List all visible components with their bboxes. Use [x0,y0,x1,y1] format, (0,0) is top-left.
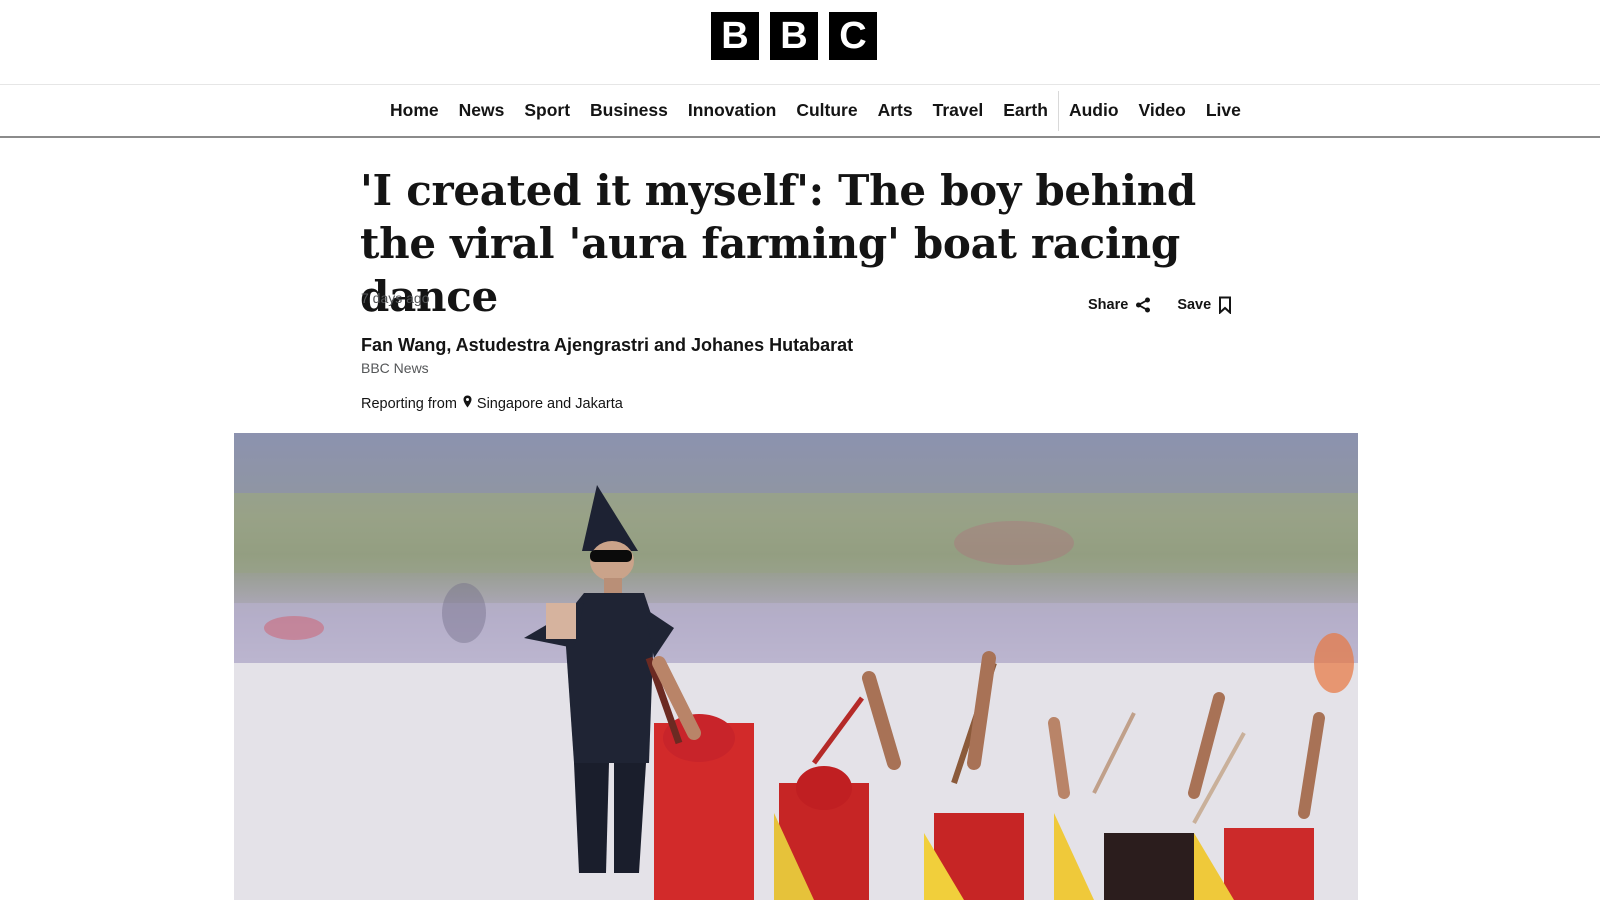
nav-item-sport[interactable]: Sport [514,85,580,136]
share-icon [1135,297,1151,313]
nav-item-live[interactable]: Live [1196,85,1251,136]
location-pin-icon [463,395,472,412]
article-actions: Share Save [1088,296,1232,314]
hero-photo-illustration [234,433,1358,900]
bbc-logo[interactable]: B B C [711,12,877,60]
bbc-logo-letter: C [829,12,877,60]
share-label: Share [1088,297,1129,313]
nav-list: Home News Sport Business Innovation Cult… [380,85,1251,136]
nav-item-news[interactable]: News [449,85,515,136]
share-button[interactable]: Share [1088,297,1151,313]
nav-item-culture[interactable]: Culture [786,85,867,136]
nav-item-innovation[interactable]: Innovation [678,85,786,136]
nav-item-travel[interactable]: Travel [923,85,994,136]
nav-item-arts[interactable]: Arts [868,85,923,136]
bbc-logo-letter: B [711,12,759,60]
nav-item-audio[interactable]: Audio [1059,85,1129,136]
reporting-location: Singapore and Jakarta [476,395,623,412]
main-nav: Home News Sport Business Innovation Cult… [0,85,1600,138]
article-authors: Fan Wang, Astudestra Ajengrastri and Joh… [361,335,854,355]
reporting-from: Reporting from Singapore and Jakarta [361,395,623,412]
hero-image [234,433,1358,900]
save-label: Save [1177,297,1212,313]
bbc-logo-letter: B [770,12,818,60]
nav-item-video[interactable]: Video [1129,85,1196,136]
nav-item-business[interactable]: Business [580,85,678,136]
save-button[interactable]: Save [1177,296,1232,314]
article-outlet: BBC News [361,360,429,376]
reporting-prefix: Reporting from [361,395,457,412]
article-timestamp: 7 days ago [361,290,430,306]
bookmark-icon [1218,296,1232,314]
nav-item-earth[interactable]: Earth [993,85,1058,136]
nav-item-home[interactable]: Home [380,85,449,136]
masthead: B B C [0,0,1600,85]
